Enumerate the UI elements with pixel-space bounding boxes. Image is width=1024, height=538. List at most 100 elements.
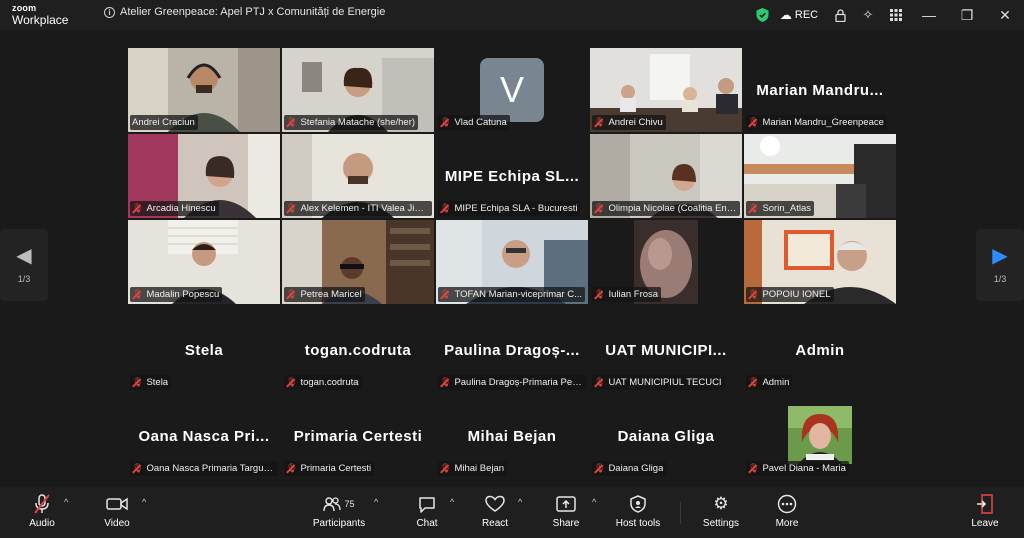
video-tile[interactable]: 🎙 Olimpia Nicolae (Coalitia Energie) xyxy=(590,134,742,218)
participant-name: Andrei Craciun xyxy=(132,117,195,128)
video-tile[interactable]: 🎙 TOFAN Marian-viceprimar C... xyxy=(436,220,588,304)
settings-label: Settings xyxy=(702,518,740,529)
video-button[interactable]: Video xyxy=(101,493,133,535)
video-tile[interactable]: 🎙 POPOIU IONEL xyxy=(744,220,896,304)
mic-muted-icon: 🎙 xyxy=(748,117,760,127)
video-tile[interactable]: MIPE Echipa SL... 🎙 MIPE Echipa SLA - Buc… xyxy=(436,134,588,218)
participant-label: 🎙 MIPE Echipa SLA - Bucuresti xyxy=(438,201,581,216)
gear-icon: ⚙ xyxy=(713,494,729,513)
mic-muted-icon: 🎙 xyxy=(440,289,452,299)
participant-label: 🎙 UAT MUNICIPIUL TECUCI xyxy=(592,375,725,390)
participant-name: TOFAN Marian-viceprimar C... xyxy=(454,289,583,300)
video-tile[interactable]: togan.codruta 🎙 togan.codruta xyxy=(282,308,434,392)
video-tile[interactable]: 🎙 Madalin Popescu xyxy=(128,220,280,304)
participant-name: Arcadia Hinescu xyxy=(146,203,216,214)
lock-icon[interactable] xyxy=(826,0,854,30)
participant-name: Daiana Gliga xyxy=(608,463,664,474)
audio-button[interactable]: Audio xyxy=(26,493,58,535)
participant-name: UAT MUNICIPIUL TECUCI xyxy=(608,377,722,388)
video-tile[interactable]: V 🎙 Vlad Catuna xyxy=(436,48,588,132)
video-tile[interactable]: Andrei Craciun xyxy=(128,48,280,132)
leave-label: Leave xyxy=(971,518,999,529)
participants-button[interactable]: 75 Participants xyxy=(310,493,368,535)
chat-button[interactable]: Chat xyxy=(412,493,442,535)
video-tile[interactable]: UAT MUNICIPI... 🎙 UAT MUNICIPIUL TECUCI xyxy=(590,308,742,392)
participant-display-name: Daiana Gliga xyxy=(617,428,715,445)
video-tile[interactable]: Paulina Dragoș-... 🎙 Paulina Dragoș-Prima… xyxy=(436,308,588,392)
participant-display-name: Mihai Bejan xyxy=(467,428,557,445)
meeting-toolbar: Audio ^ Video ^ 75 Participants ^ Chat ^ xyxy=(0,487,1024,538)
video-tile[interactable]: 🎙 Pavel Diana - Maria xyxy=(744,394,896,478)
more-button[interactable]: More xyxy=(772,493,802,535)
participant-label: 🎙 Admin xyxy=(746,375,793,390)
video-tile[interactable]: 🎙 Iulian Frosa xyxy=(590,220,742,304)
restore-button[interactable]: ❐ xyxy=(948,0,986,30)
participants-options-caret[interactable]: ^ xyxy=(374,497,378,507)
apps-grid-icon[interactable] xyxy=(882,0,910,30)
video-tile[interactable]: 🎙 Arcadia Hinescu xyxy=(128,134,280,218)
toolbar-divider xyxy=(680,502,681,524)
react-options-caret[interactable]: ^ xyxy=(518,497,522,507)
participant-label: 🎙 Oana Nasca Primaria Targu Jiu xyxy=(130,461,278,476)
participant-label: 🎙 Marian Mandru_Greenpeace xyxy=(746,115,887,130)
video-tile[interactable]: 🎙 Stefania Matache (she/her) xyxy=(282,48,434,132)
mic-muted-icon: 🎙 xyxy=(594,203,606,213)
next-page-button[interactable]: ▶ 1/3 xyxy=(976,229,1024,301)
participant-display-name: Primaria Certesti xyxy=(293,428,423,445)
minimize-button[interactable]: — xyxy=(910,0,948,30)
more-ellipsis-icon xyxy=(777,493,797,515)
video-tile[interactable]: 🎙 Sorin_Atlas xyxy=(744,134,896,218)
camera-icon xyxy=(106,493,128,515)
mic-muted-icon: 🎙 xyxy=(132,463,144,473)
video-tile[interactable]: Marian Mandru... 🎙 Marian Mandru_Greenpea… xyxy=(744,48,896,132)
leave-door-icon xyxy=(976,493,994,515)
video-tile[interactable]: 🎙 Petrea Maricel xyxy=(282,220,434,304)
participant-label: 🎙 Stefania Matache (she/her) xyxy=(284,115,419,130)
participant-name: Vlad Catuna xyxy=(454,117,507,128)
meeting-title: Atelier Greenpeace: Apel PTJ x Comunităț… xyxy=(120,6,386,18)
zoom-workplace-logo: zoom Workplace xyxy=(12,4,68,27)
participant-name: Sorin_Atlas xyxy=(762,203,812,214)
chat-options-caret[interactable]: ^ xyxy=(450,497,454,507)
video-tile[interactable]: Stela 🎙 Stela xyxy=(128,308,280,392)
more-label: More xyxy=(775,518,799,529)
page-indicator-left: 1/3 xyxy=(17,274,31,284)
recording-indicator[interactable]: ☁ REC xyxy=(776,8,822,22)
settings-button[interactable]: ⚙ Settings xyxy=(700,493,742,535)
participant-name: Stefania Matache (she/her) xyxy=(300,117,416,128)
video-tile[interactable]: Oana Nasca Pri... 🎙 Oana Nasca Primaria T… xyxy=(128,394,280,478)
video-tile[interactable]: 🎙 Alex Kelemen - ITI Valea Jiului xyxy=(282,134,434,218)
participant-name: Mihai Bejan xyxy=(454,463,505,474)
previous-page-button[interactable]: ◀ 1/3 xyxy=(0,229,48,301)
video-tile[interactable]: 🎙 Andrei Chivu xyxy=(590,48,742,132)
participant-label: 🎙 Daiana Gliga xyxy=(592,461,667,476)
audio-options-caret[interactable]: ^ xyxy=(64,497,68,507)
react-button[interactable]: React xyxy=(479,493,511,535)
video-tile[interactable]: Admin 🎙 Admin xyxy=(744,308,896,392)
page-indicator-right: 1/3 xyxy=(993,274,1007,284)
share-label: Share xyxy=(552,518,580,529)
info-icon[interactable]: i xyxy=(104,6,115,18)
mic-muted-icon: 🎙 xyxy=(440,117,452,127)
share-button[interactable]: Share xyxy=(550,493,582,535)
ai-companion-icon[interactable]: ✧ xyxy=(854,0,882,30)
share-options-caret[interactable]: ^ xyxy=(592,497,596,507)
encryption-shield-icon[interactable] xyxy=(748,0,776,30)
participant-label: 🎙 Madalin Popescu xyxy=(130,287,223,302)
video-tile[interactable]: Primaria Certesti 🎙 Primaria Certesti xyxy=(282,394,434,478)
leave-button[interactable]: Leave xyxy=(970,493,1000,535)
title-bar-controls: ☁ REC ✧ — ❐ ✕ xyxy=(748,0,1024,30)
video-tile[interactable]: Daiana Gliga 🎙 Daiana Gliga xyxy=(590,394,742,478)
host-tools-button[interactable]: Host tools xyxy=(612,493,664,535)
meeting-title-area[interactable]: i Atelier Greenpeace: Apel PTJ x Comunit… xyxy=(104,6,385,18)
close-button[interactable]: ✕ xyxy=(986,0,1024,30)
participants-label: Participants xyxy=(312,518,366,529)
video-tile[interactable]: Mihai Bejan 🎙 Mihai Bejan xyxy=(436,394,588,478)
participant-display-name: MIPE Echipa SL... xyxy=(444,168,580,185)
video-options-caret[interactable]: ^ xyxy=(142,497,146,507)
chevron-left-icon: ◀ xyxy=(16,245,32,267)
participant-label: 🎙 Alex Kelemen - ITI Valea Jiului xyxy=(284,201,432,216)
mic-muted-icon xyxy=(34,493,50,515)
participant-name: Stela xyxy=(146,377,169,388)
participant-label: 🎙 Sorin_Atlas xyxy=(746,201,815,216)
